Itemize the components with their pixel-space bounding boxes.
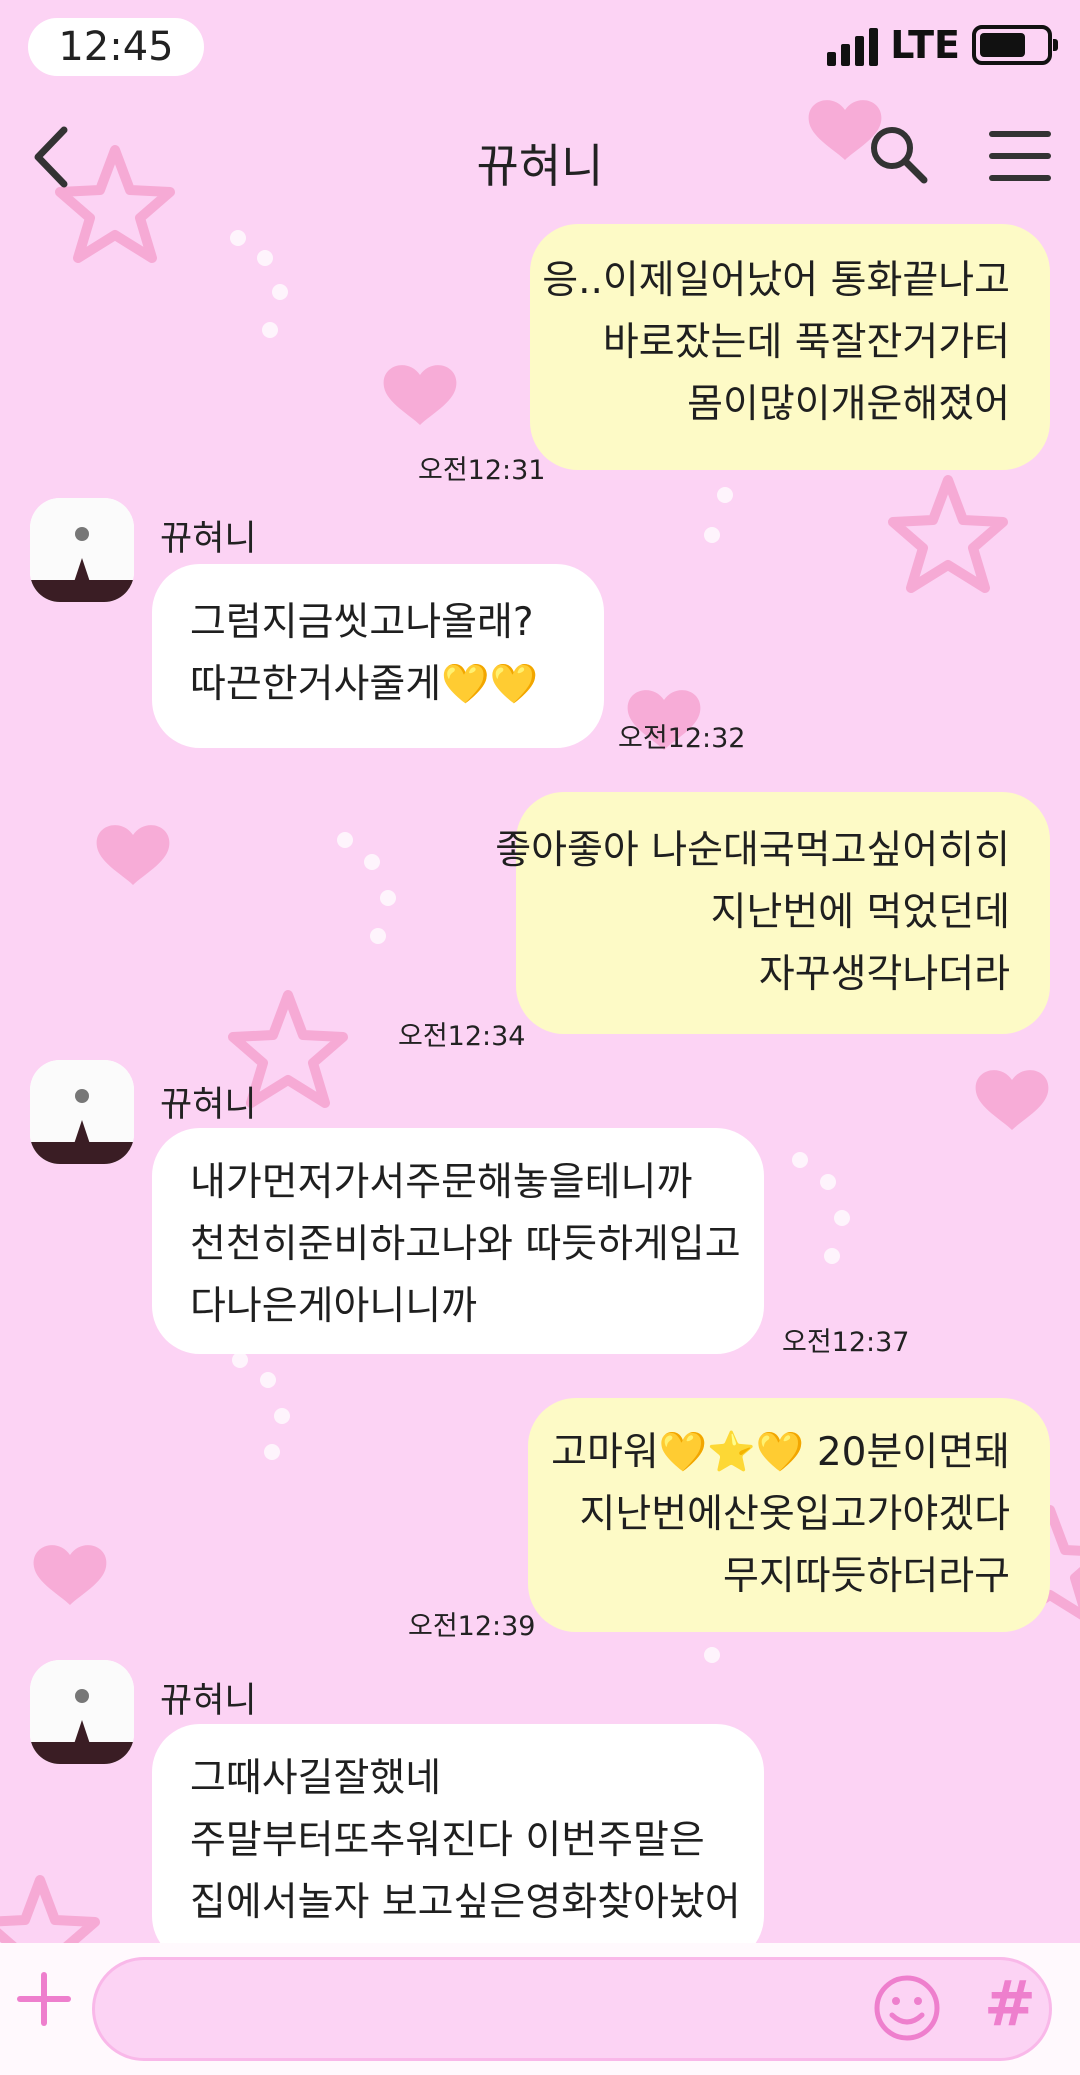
message-line: 그럼지금씻고나올래? — [190, 600, 534, 645]
message-line: 내가먼저가서주문해놓을테니까 — [190, 1160, 693, 1205]
message-line: 무지따듯하더라구 — [722, 1554, 1010, 1599]
message-line: 자꾸생각나더라 — [758, 952, 1010, 997]
plus-icon[interactable] — [14, 1969, 74, 2029]
message-line: 다나은게아니니까 — [190, 1284, 478, 1329]
message-text: 그때사길잘했네 주말부터또추워진다 이번주말은 집에서놀자 보고싶은영화찾아놨어 — [190, 1748, 741, 1934]
network-type: LTE — [890, 23, 960, 67]
message-text: 그럼지금씻고나올래? 따끈한거사줄게💛💛 — [190, 592, 538, 716]
status-indicators: LTE — [827, 20, 1058, 70]
message-line: 천천히준비하고나와 따듯하게입고 — [190, 1222, 741, 1267]
message-line: 지난번에 먹었던데 — [710, 890, 1010, 935]
chat-header: 뀨혀니 — [0, 100, 1080, 220]
message-text: 좋아좋아 나순대국먹고싶어히히 지난번에 먹었던데 자꾸생각나더라 — [495, 820, 1010, 1006]
message-text: 응..이제일어났어 통화끝나고 바로잤는데 푹잘잔거가터 몸이많이개운해졌어 — [542, 250, 1010, 436]
avatar[interactable] — [30, 498, 134, 602]
status-time-pill: 12:45 — [28, 18, 204, 76]
message-time: 오전12:31 — [418, 455, 546, 486]
avatar-image — [30, 1060, 134, 1164]
message-line: 그때사길잘했네 — [190, 1756, 442, 1801]
status-time: 12:45 — [58, 24, 174, 70]
search-icon[interactable] — [866, 122, 930, 186]
avatar[interactable] — [30, 1660, 134, 1764]
message-line: 집에서놀자 보고싶은영화찾아놨어 — [190, 1880, 741, 1925]
message-text: 고마워💛⭐💛 20분이면돼 지난번에산옷입고가야겠다 무지따듯하더라구 — [551, 1422, 1010, 1608]
message-line: 좋아좋아 나순대국먹고싶어히히 — [495, 828, 1010, 873]
message-line: 고마워💛⭐💛 20분이면돼 — [551, 1430, 1010, 1475]
hashtag-icon[interactable]: # — [984, 1967, 1036, 2040]
avatar-image — [30, 498, 134, 602]
message-time: 오전12:39 — [408, 1611, 536, 1642]
sender-name: 뀨혀니 — [160, 519, 257, 559]
message-time: 오전12:34 — [398, 1021, 526, 1052]
emoji-icon[interactable] — [872, 1973, 942, 2043]
avatar[interactable] — [30, 1060, 134, 1164]
star-decoration — [888, 475, 1008, 593]
message-line: 응..이제일어났어 통화끝나고 — [542, 258, 1010, 303]
message-input-bar: # — [0, 1943, 1080, 2075]
battery-icon — [972, 25, 1058, 65]
message-line: 바로잤는데 푹잘잔거가터 — [602, 320, 1010, 365]
signal-icon — [827, 24, 879, 66]
message-line: 주말부터또추워진다 이번주말은 — [190, 1818, 705, 1863]
heart-decoration — [96, 825, 170, 885]
message-line: 지난번에산옷입고가야겠다 — [579, 1492, 1010, 1537]
message-time: 오전12:32 — [618, 723, 746, 754]
message-line: 따끈한거사줄게💛💛 — [190, 662, 539, 707]
sender-name: 뀨혀니 — [160, 1085, 257, 1125]
menu-icon[interactable] — [988, 128, 1052, 184]
sender-name: 뀨혀니 — [160, 1681, 257, 1721]
heart-decoration — [33, 1545, 107, 1605]
heart-decoration — [383, 365, 457, 425]
message-text: 내가먼저가서주문해놓을테니까 천천히준비하고나와 따듯하게입고 다나은게아니니까 — [190, 1152, 741, 1338]
avatar-image — [30, 1660, 134, 1764]
heart-decoration — [975, 1070, 1049, 1130]
message-line: 몸이많이개운해졌어 — [687, 382, 1010, 427]
message-time: 오전12:37 — [782, 1327, 910, 1358]
